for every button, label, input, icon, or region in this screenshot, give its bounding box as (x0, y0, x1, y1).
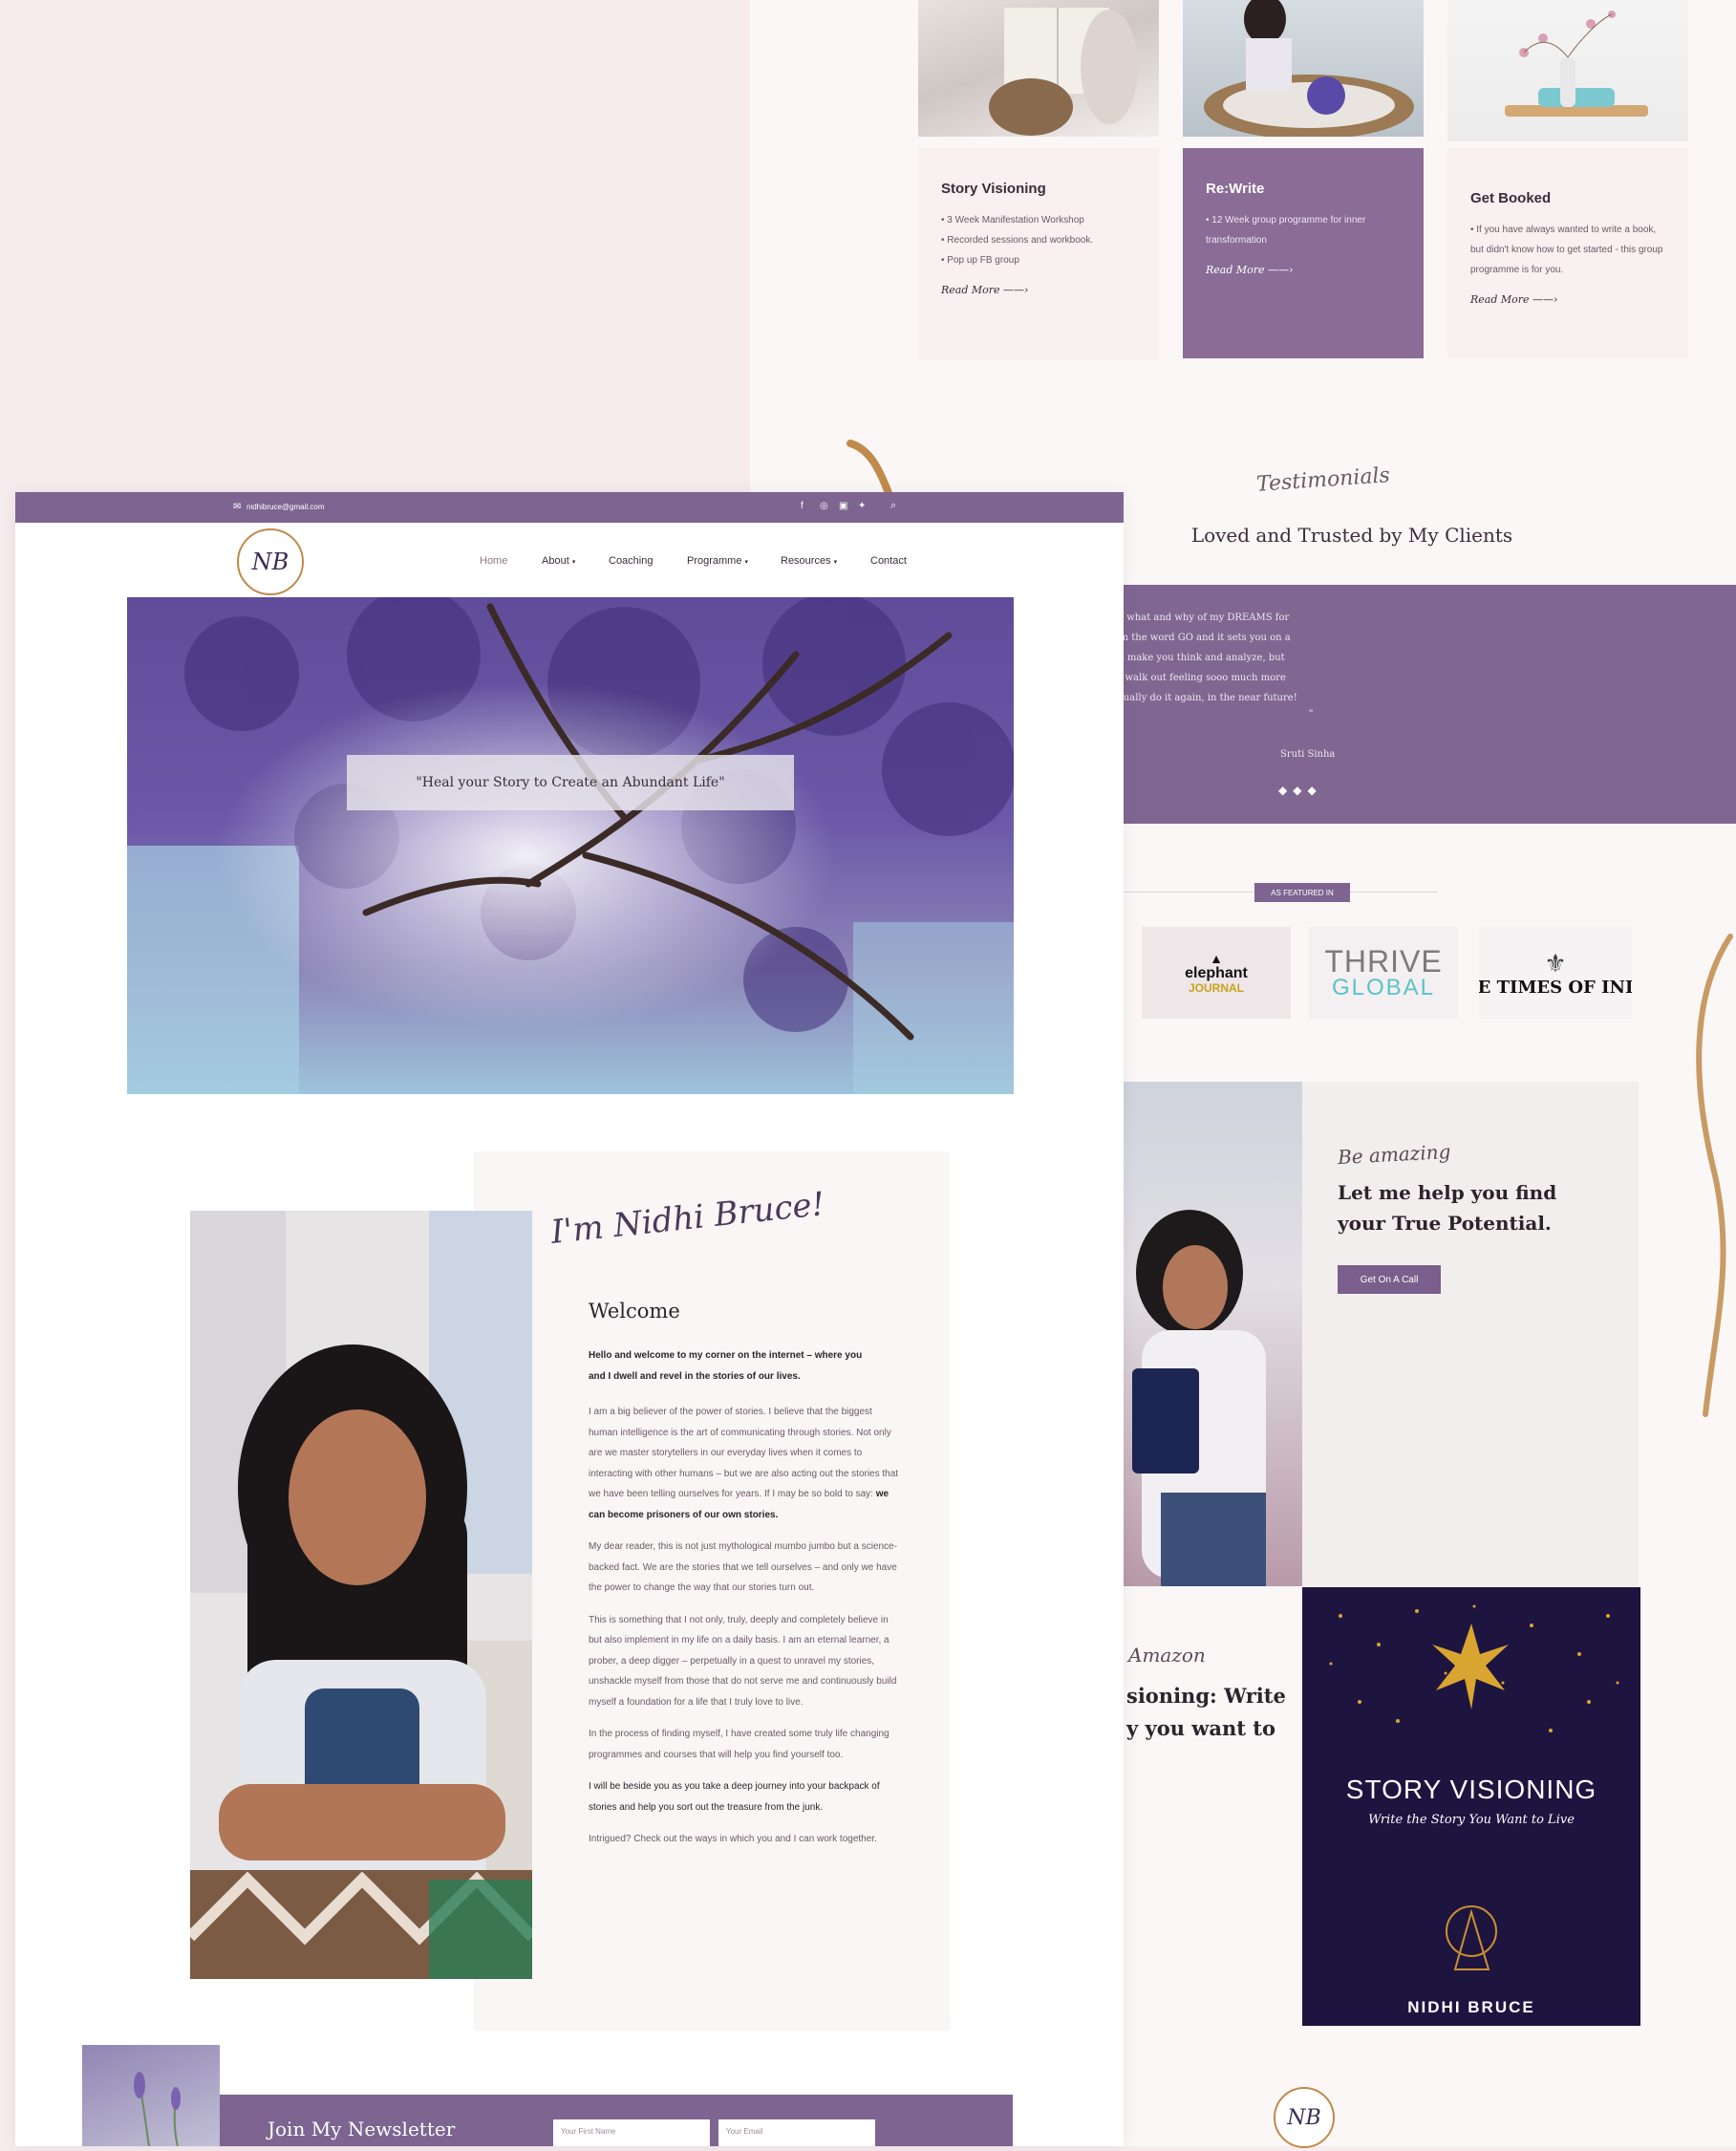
programme-image-rewrite (1183, 0, 1424, 137)
linkedin-icon[interactable]: ▣ (839, 501, 847, 511)
testimonials-script-label: Testimonials (1255, 463, 1391, 497)
programme-title: Story Visioning (941, 181, 1046, 197)
writing-woman-illustration (1204, 0, 1414, 137)
featured-logo-times-of-india: ⚜ E TIMES OF INI (1479, 927, 1632, 1019)
programme-card-get-booked: Get Booked If you have always wanted to … (1447, 148, 1688, 358)
site-logo[interactable]: NB (237, 528, 304, 595)
welcome-paragraph: I am a big believer of the power of stor… (589, 1407, 899, 1520)
programme-image-get-booked (1447, 0, 1688, 141)
read-more-link[interactable]: Read More ——› (1206, 264, 1293, 276)
hero-quote: "Heal your Story to Create an Abundant L… (347, 755, 794, 810)
chevron-down-icon: ▾ (571, 559, 576, 566)
logo-text: E TIMES OF INI (1479, 977, 1632, 998)
flower-vase-illustration (1505, 11, 1648, 117)
chevron-down-icon: ▾ (833, 559, 838, 566)
welcome-text: Hello and welcome to my corner on the in… (589, 1345, 904, 1861)
book-cover-subtitle: Write the Story You Want to Live (1368, 1813, 1575, 1827)
top-bar-email[interactable]: nidhibruce@gmail.com (246, 503, 325, 511)
welcome-paragraph: My dear reader, this is not just mytholo… (589, 1541, 897, 1593)
footer-logo: NB (1274, 2087, 1335, 2148)
mail-icon: ✉ (233, 502, 242, 512)
book-script-label: Amazon (1128, 1644, 1206, 1667)
top-bar: ✉ nidhibruce@gmail.com f ◎ ▣ ✦ ⌕ (15, 492, 1124, 523)
programme-title: Get Booked (1470, 190, 1552, 206)
nav-about[interactable]: About ▾ (542, 555, 575, 567)
coach-photo (1123, 1082, 1302, 1586)
programme-bullet: 12 Week group programme for inner transf… (1206, 210, 1401, 250)
welcome-paragraph: This is something that I not only, truly… (589, 1614, 897, 1708)
logo-text: GLOBAL (1331, 975, 1436, 1000)
jacaranda-tree-photo (127, 597, 1014, 1094)
welcome-paragraph: Intrigued? Check out the ways in which y… (589, 1834, 877, 1844)
programme-bullet: Pop up FB group (941, 250, 1136, 270)
newsletter-image (82, 2045, 220, 2147)
instagram-icon[interactable]: ◎ (820, 501, 828, 511)
reading-child-illustration (989, 8, 1138, 136)
featured-logo-elephant-journal: ▲ elephant JOURNAL (1142, 927, 1291, 1019)
facebook-icon[interactable]: f (801, 501, 804, 511)
logo-text: NB (1287, 2105, 1321, 2130)
welcome-heading: Welcome (589, 1300, 680, 1323)
logo-text: NB (251, 549, 289, 575)
programme-card-rewrite: Re:Write 12 Week group programme for inn… (1183, 148, 1424, 358)
programme-bullet: Recorded sessions and workbook. (941, 230, 1136, 250)
homepage-preview-left: ✉ nidhibruce@gmail.com f ◎ ▣ ✦ ⌕ NB Home… (15, 492, 1124, 2147)
featured-label: AS FEATURED IN (1254, 883, 1350, 902)
coach-heading-line1: Let me help you find (1338, 1181, 1557, 1204)
carousel-dots[interactable]: ◆◆◆ (1278, 784, 1322, 797)
book-heading-line1: sioning: Write (1126, 1684, 1286, 1708)
star-icon (1432, 1624, 1509, 1710)
nav-resources[interactable]: Resources ▾ (781, 555, 837, 567)
arrow-right-icon: ——› (1003, 284, 1029, 296)
read-more-link[interactable]: Read More ——› (1470, 293, 1557, 306)
book-heading-line2: y you want to (1126, 1716, 1275, 1740)
logo-text: THRIVE (1324, 944, 1443, 979)
book-cover-title: STORY VISIONING (1345, 1775, 1597, 1804)
welcome-lead: Hello and welcome to my corner on the in… (589, 1350, 863, 1382)
programme-bullet: If you have always wanted to write a boo… (1470, 220, 1665, 280)
welcome-paragraph: I will be beside you as you take a deep … (589, 1781, 880, 1813)
nav-programme[interactable]: Programme ▾ (687, 555, 748, 567)
arrow-right-icon: ——› (1268, 264, 1294, 276)
nidhi-bruce-portrait (190, 1211, 532, 1979)
featured-logo-thrive-global: THRIVE GLOBAL (1309, 927, 1458, 1019)
crest-icon: ⚜ (1544, 948, 1567, 978)
programme-bullet: 3 Week Manifestation Workshop (941, 210, 1136, 230)
close-quote-mark: ” (1309, 707, 1313, 721)
book-cover-author: NIDHI BRUCE (1407, 1998, 1535, 2016)
get-on-a-call-button[interactable]: Get On A Call (1338, 1265, 1441, 1294)
nav-home[interactable]: Home (480, 555, 507, 567)
programme-image-story-visioning (918, 0, 1159, 137)
email-input[interactable]: Your Email (718, 2119, 875, 2146)
coach-heading-line2: your True Potential. (1338, 1212, 1552, 1235)
nav-coaching[interactable]: Coaching (609, 555, 653, 567)
first-name-input[interactable]: Your First Name (553, 2119, 710, 2146)
book-cover[interactable]: STORY VISIONING Write the Story You Want… (1302, 1587, 1640, 2026)
testimonial-author: Sruti Sinha (1280, 749, 1336, 760)
programme-card-story-visioning: Story Visioning 3 Week Manifestation Wor… (918, 148, 1159, 360)
starry-sky-illustration (1329, 1604, 1619, 1970)
search-icon[interactable]: ⌕ (890, 500, 896, 512)
elephant-icon: ▲ (1210, 951, 1223, 966)
testimonials-heading: Loved and Trusted by My Clients (1190, 524, 1513, 547)
nav-contact[interactable]: Contact (870, 555, 907, 567)
arrow-right-icon: ——› (1532, 293, 1558, 306)
newsletter-title: Join My Newsletter (268, 2118, 456, 2140)
logo-text: JOURNAL (1188, 981, 1244, 995)
programme-title: Re:Write (1206, 181, 1265, 197)
gold-brush-stroke-decoration (847, 440, 892, 497)
twitter-icon[interactable]: ✦ (858, 501, 866, 511)
chevron-down-icon: ▾ (744, 559, 749, 566)
logo-text: elephant (1185, 965, 1248, 981)
hero-banner: "Heal your Story to Create an Abundant L… (127, 597, 1014, 1094)
read-more-link[interactable]: Read More ——› (941, 284, 1028, 296)
welcome-paragraph: In the process of finding myself, I have… (589, 1729, 889, 1760)
gold-brush-stroke-decoration (1696, 934, 1733, 1417)
